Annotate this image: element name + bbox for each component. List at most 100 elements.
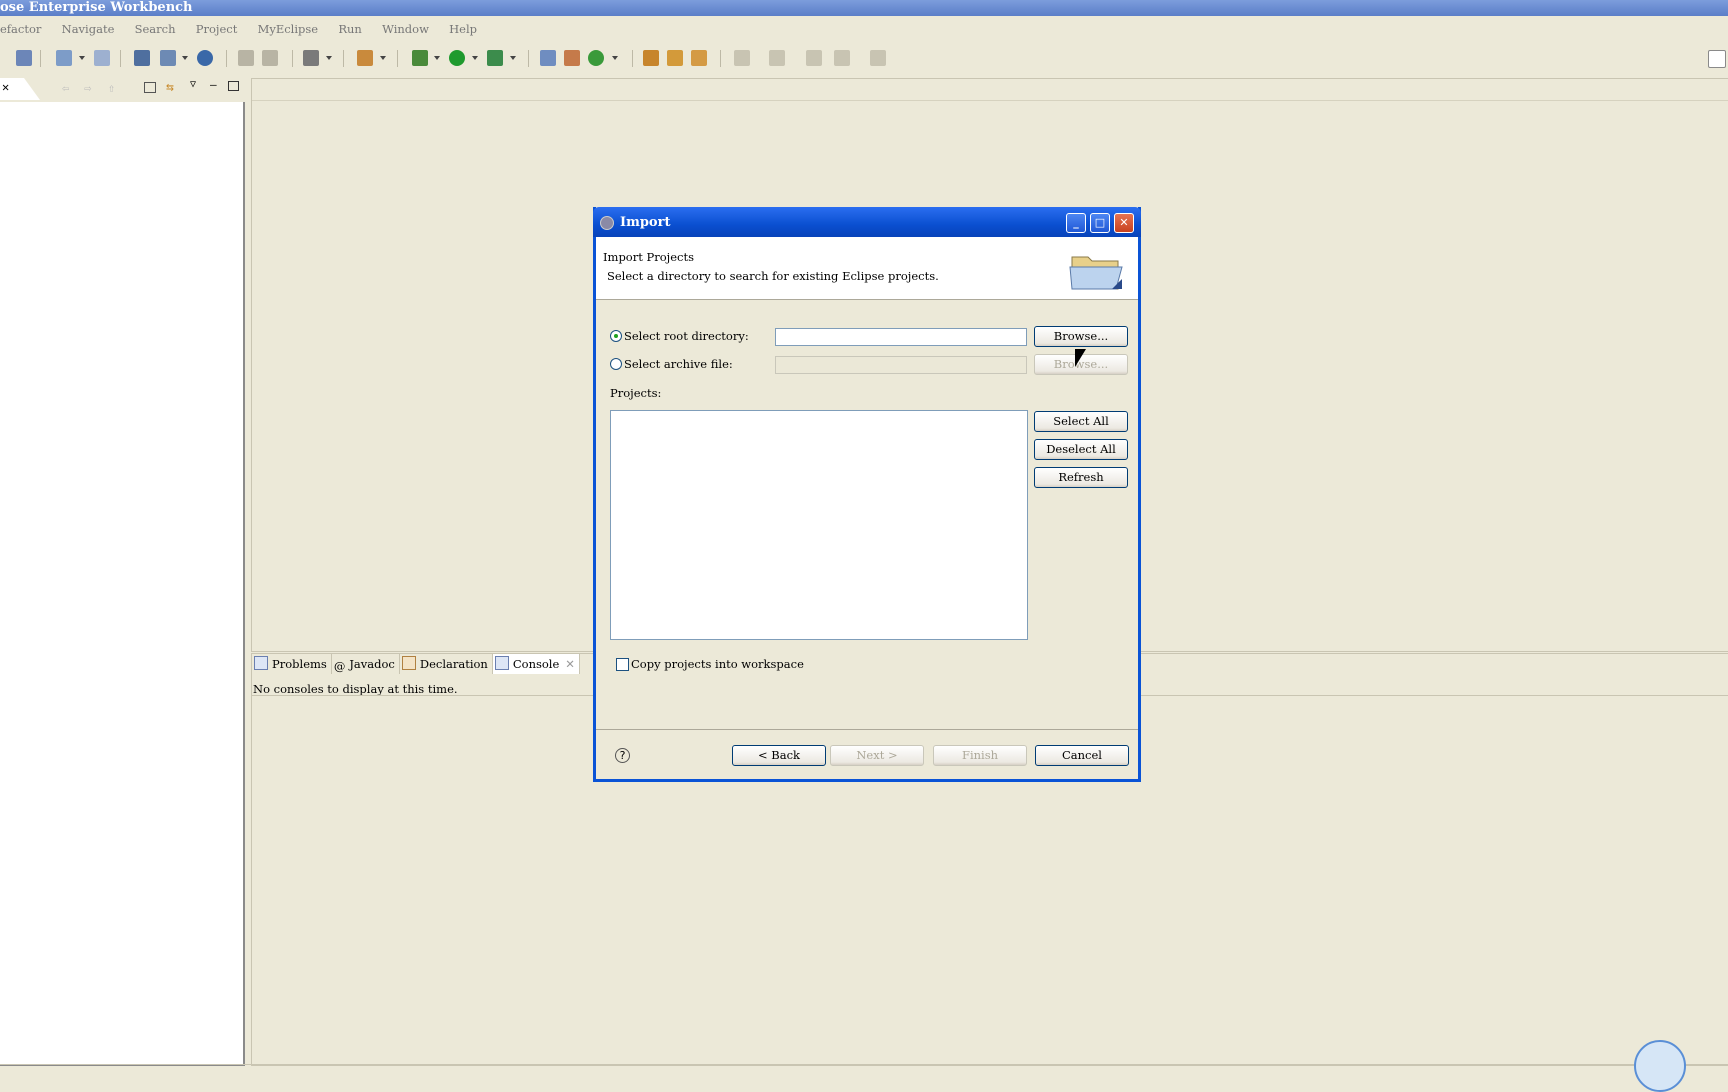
chevron-down-icon[interactable] xyxy=(79,56,85,60)
chevron-down-icon[interactable] xyxy=(182,56,188,60)
chevron-down-icon[interactable] xyxy=(472,56,478,60)
up-icon: ⇧ xyxy=(108,81,116,95)
projects-list[interactable] xyxy=(610,410,1028,640)
save-icon[interactable] xyxy=(16,50,32,66)
tab-declaration-label: Declaration xyxy=(419,657,488,671)
disabled-tool-icon xyxy=(238,50,254,66)
archive-file-radio[interactable] xyxy=(610,358,622,370)
toolbar-separator xyxy=(720,50,721,67)
toolbar-separator xyxy=(40,50,41,67)
chevron-down-icon[interactable] xyxy=(326,56,332,60)
editor-divider xyxy=(252,100,1728,101)
maximize-icon[interactable] xyxy=(228,81,239,91)
chevron-down-icon[interactable] xyxy=(434,56,440,60)
menu-help[interactable]: Help xyxy=(449,22,477,36)
new-project-icon[interactable] xyxy=(540,50,556,66)
close-icon[interactable]: ✕ xyxy=(2,80,9,94)
javadoc-icon: @ xyxy=(333,659,346,673)
deselect-all-button[interactable]: Deselect All xyxy=(1034,439,1128,460)
menu-navigate[interactable]: Navigate xyxy=(62,22,115,36)
collapse-all-icon[interactable] xyxy=(144,82,156,93)
open-perspective-icon[interactable] xyxy=(1708,50,1726,68)
toolbar-separator xyxy=(632,50,633,67)
refresh-button[interactable]: Refresh xyxy=(1034,467,1128,488)
tab-javadoc[interactable]: @ Javadoc xyxy=(332,654,400,674)
dialog-title: Import xyxy=(620,215,671,230)
copy-projects-label: Copy projects into workspace xyxy=(631,657,804,671)
chevron-down-icon[interactable] xyxy=(612,56,618,60)
prev-annotation-icon xyxy=(769,50,785,66)
maximize-window-button[interactable]: □ xyxy=(1090,213,1110,233)
toolbar-separator xyxy=(120,50,121,67)
search-tool-icon[interactable] xyxy=(667,50,683,66)
eclipse-logo-icon xyxy=(600,216,614,230)
tab-javadoc-label: Javadoc xyxy=(349,657,395,671)
external-tools-icon[interactable] xyxy=(487,50,503,66)
toolbar-separator xyxy=(397,50,398,67)
copy-projects-checkbox[interactable] xyxy=(616,658,629,671)
root-directory-input[interactable] xyxy=(775,328,1027,346)
dialog-footer-separator xyxy=(596,729,1138,730)
open-type-icon[interactable] xyxy=(94,50,110,66)
main-toolbar xyxy=(0,46,1728,72)
finish-button: Finish xyxy=(933,745,1027,766)
select-all-button[interactable]: Select All xyxy=(1034,411,1128,432)
debug-icon[interactable] xyxy=(412,50,428,66)
root-directory-radio[interactable] xyxy=(610,330,622,342)
tab-console[interactable]: Console ✕ xyxy=(492,654,580,674)
declaration-icon xyxy=(401,656,416,670)
menu-run[interactable]: Run xyxy=(338,22,361,36)
problems-icon xyxy=(254,656,268,670)
dialog-titlebar[interactable]: Import _ □ ✕ xyxy=(593,207,1141,237)
toggle-mark-icon[interactable] xyxy=(691,50,707,66)
dialog-header-title: Import Projects xyxy=(603,250,695,264)
bottom-tabbar: Problems @ Javadoc Declaration Console ✕ xyxy=(252,654,580,676)
help-icon[interactable]: ? xyxy=(615,748,630,763)
toolbar-separator xyxy=(528,50,529,67)
browse-button[interactable]: Browse... xyxy=(1034,326,1128,347)
close-icon[interactable]: ✕ xyxy=(565,657,575,671)
tab-console-label: Console xyxy=(512,657,560,671)
minimize-window-button[interactable]: _ xyxy=(1066,213,1086,233)
back-button[interactable]: < Back xyxy=(732,745,826,766)
menu-myeclipse[interactable]: MyEclipse xyxy=(258,22,319,36)
view-menu-icon[interactable]: ▽ xyxy=(190,79,196,90)
avatar[interactable] xyxy=(1634,1040,1686,1092)
tab-problems-label: Problems xyxy=(272,657,327,671)
deploy-icon[interactable] xyxy=(134,50,150,66)
run-icon[interactable] xyxy=(449,50,465,66)
new-package-icon[interactable] xyxy=(564,50,580,66)
toolbar-separator xyxy=(343,50,344,67)
forward-arrow-icon: ⇨ xyxy=(84,81,92,95)
minimize-icon[interactable]: – xyxy=(210,78,217,91)
back-arrow-icon: ⇦ xyxy=(62,81,70,95)
archive-file-input xyxy=(775,356,1027,374)
package-explorer: ✕ ⇦ ⇨ ⇧ ⇆ ▽ – xyxy=(0,78,245,1066)
root-directory-label: Select root directory: xyxy=(624,329,749,343)
new-wizard-icon[interactable] xyxy=(56,50,72,66)
close-window-button[interactable]: ✕ xyxy=(1114,213,1134,233)
camera-icon[interactable] xyxy=(303,50,319,66)
open-task-icon[interactable] xyxy=(643,50,659,66)
tab-declaration[interactable]: Declaration xyxy=(400,654,493,674)
chevron-down-icon[interactable] xyxy=(510,56,516,60)
new-class-wizard-icon[interactable] xyxy=(588,50,604,66)
package-explorer-body xyxy=(0,102,245,1066)
cancel-button[interactable]: Cancel xyxy=(1035,745,1129,766)
menu-project[interactable]: Project xyxy=(196,22,238,36)
toolbar-separator xyxy=(226,50,227,67)
disabled-tool-icon xyxy=(262,50,278,66)
server-icon[interactable] xyxy=(160,50,176,66)
globe-icon[interactable] xyxy=(197,50,213,66)
chevron-down-icon[interactable] xyxy=(380,56,386,60)
new-class-icon[interactable] xyxy=(357,50,373,66)
forward-icon xyxy=(870,50,886,66)
menu-refactor[interactable]: efactor xyxy=(0,22,41,36)
link-editor-icon[interactable]: ⇆ xyxy=(166,80,174,95)
archive-file-label: Select archive file: xyxy=(624,357,733,371)
menu-search[interactable]: Search xyxy=(135,22,176,36)
tab-problems[interactable]: Problems xyxy=(252,654,332,674)
mouse-cursor-icon xyxy=(1075,349,1086,367)
menu-window[interactable]: Window xyxy=(382,22,429,36)
status-bar xyxy=(0,1064,1728,1081)
